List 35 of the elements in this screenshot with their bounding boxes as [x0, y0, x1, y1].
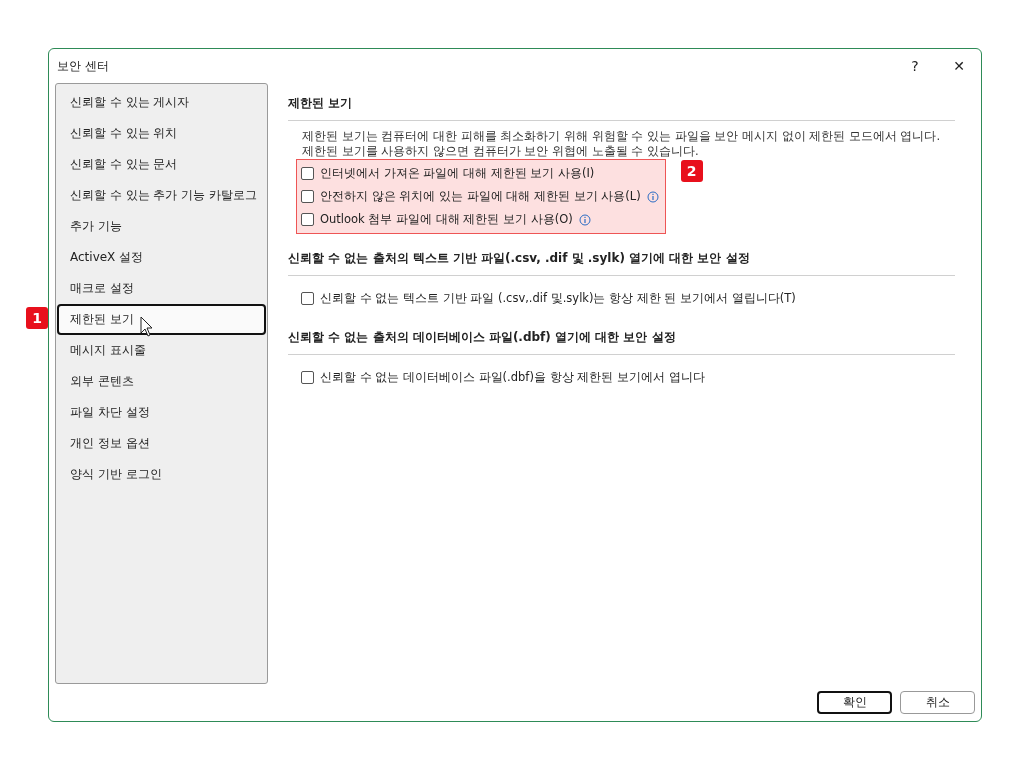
section-title: 신뢰할 수 없는 출처의 데이터베이스 파일(.dbf) 열기에 대한 보안 설정	[288, 323, 955, 355]
cursor-icon	[140, 316, 154, 338]
dialog-button[interactable]: 확인	[817, 691, 892, 714]
checkbox-label: Outlook 첨부 파일에 대해 제한된 보기 사용(O)	[320, 212, 573, 227]
sidebar-item[interactable]: 신뢰할 수 있는 게시자	[57, 87, 266, 118]
sidebar-item[interactable]: 외부 콘텐츠	[57, 366, 266, 397]
step-badge: 1	[26, 307, 48, 329]
checkbox-label: 신뢰할 수 없는 텍스트 기반 파일 (.csv,.dif 및.sylk)는 항상 제한 된 보기에서 열립니다(T)	[320, 291, 796, 306]
window-title: 보안 센터	[57, 57, 110, 75]
dialog-button[interactable]: 취소	[900, 691, 975, 714]
sidebar-item[interactable]: 양식 기반 로그인	[57, 459, 266, 490]
checkbox[interactable]	[301, 190, 314, 203]
checkbox-label: 안전하지 않은 위치에 있는 파일에 대해 제한된 보기 사용(L)	[320, 189, 641, 204]
checkbox-label: 인터넷에서 가져온 파일에 대해 제한된 보기 사용(I)	[320, 166, 595, 181]
sidebar-item[interactable]: 개인 정보 옵션	[57, 428, 266, 459]
sidebar-item[interactable]: 파일 차단 설정	[57, 397, 266, 428]
close-button[interactable]: ✕	[937, 51, 981, 81]
checkbox[interactable]	[301, 371, 314, 384]
checkbox-label: 신뢰할 수 없는 데이터베이스 파일(.dbf)을 항상 제한된 보기에서 엽니다	[320, 370, 705, 385]
sidebar-item[interactable]: 신뢰할 수 있는 위치	[57, 118, 266, 149]
checkbox[interactable]	[301, 213, 314, 226]
step-badge: 2	[680, 160, 703, 182]
description-text: 제한된 보기는 컴퓨터에 대한 피해를 최소화하기 위해 위험할 수 있는 파일을 보안 메시지 없이 제한된 모드에서 엽니다. 제한된 보기를 사용하지 않으면 컴퓨터가 보안 위협에 노출될 수 있습니다.	[301, 129, 942, 159]
help-button[interactable]: ?	[893, 51, 937, 81]
section-title: 제한된 보기	[288, 89, 955, 121]
checkbox[interactable]	[301, 167, 314, 180]
sidebar-item[interactable]: 매크로 설정	[57, 273, 266, 304]
sidebar-item[interactable]: 신뢰할 수 있는 문서	[57, 149, 266, 180]
checkbox[interactable]	[301, 292, 314, 305]
sidebar-item[interactable]: 메시지 표시줄	[57, 335, 266, 366]
sidebar-item[interactable]: ActiveX 설정	[57, 242, 266, 273]
sidebar-item[interactable]: 신뢰할 수 있는 추가 기능 카탈로그	[57, 180, 271, 211]
sidebar-item[interactable]: 추가 기능	[57, 211, 266, 242]
sidebar-item[interactable]: 제한된 보기	[57, 304, 266, 335]
section-title: 신뢰할 수 없는 출처의 텍스트 기반 파일(.csv, .dif 및 .sylk) 열기에 대한 보안 설정	[288, 244, 955, 276]
